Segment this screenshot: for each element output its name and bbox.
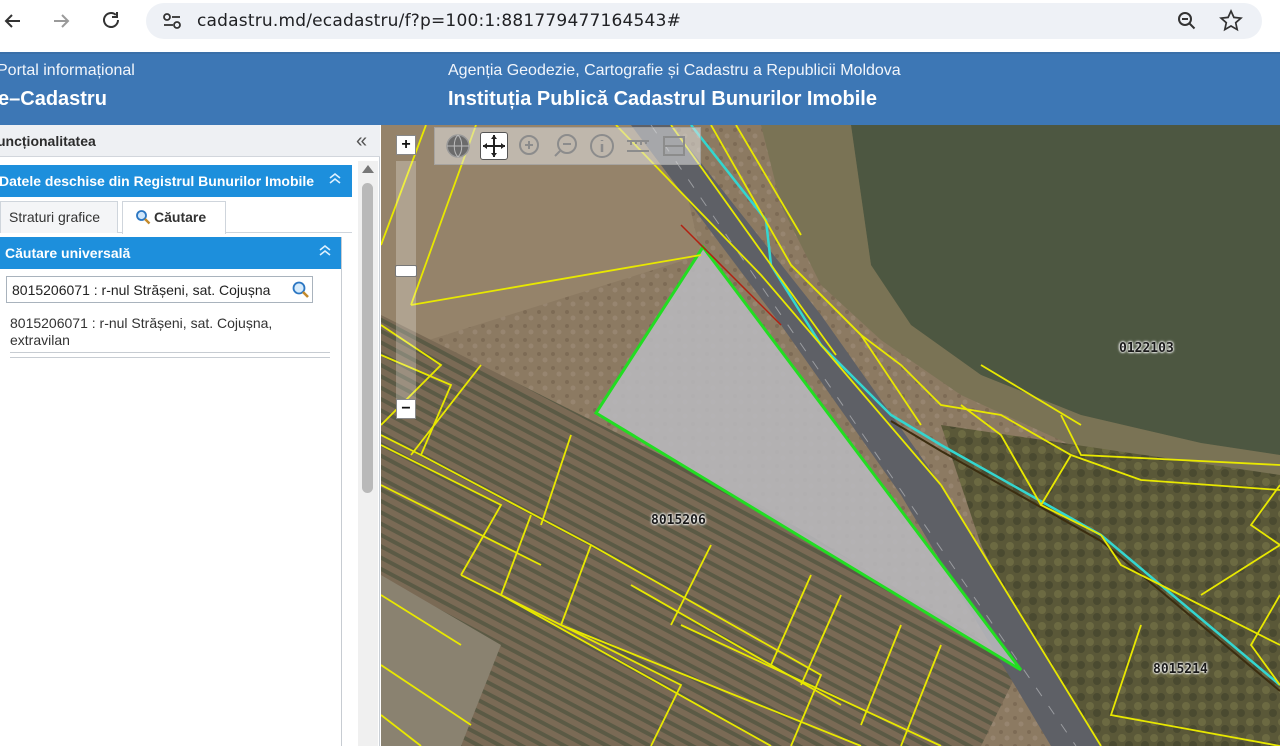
zoom-in-button[interactable]: +: [396, 135, 416, 155]
universal-search-title: Căutare universală: [5, 245, 131, 261]
measure-area-icon[interactable]: [660, 132, 688, 160]
measure-line-icon[interactable]: [624, 132, 652, 160]
tab-label: Straturi grafice: [9, 209, 101, 225]
star-icon[interactable]: [1218, 8, 1244, 34]
parcel-label: 8015214: [1153, 662, 1208, 677]
universal-search-header[interactable]: Căutare universală: [0, 237, 342, 269]
functionality-title: uncționalitatea: [0, 133, 96, 149]
collapse-panel-icon[interactable]: «: [356, 130, 367, 153]
panel-tabs: Straturi grafice Căutare: [0, 199, 352, 234]
chevron-up-icon[interactable]: [328, 171, 342, 188]
globe-icon[interactable]: [444, 132, 472, 160]
address-bar[interactable]: cadastru.md/ecadastru/f?p=100:1:88177947…: [146, 3, 1262, 39]
site-info-icon[interactable]: [160, 9, 184, 33]
zoom-out-icon[interactable]: [552, 132, 580, 160]
search-icon[interactable]: [291, 280, 311, 300]
tab-label: Căutare: [154, 209, 207, 225]
reload-icon[interactable]: [98, 8, 124, 34]
zoom-slider-track[interactable]: [396, 161, 416, 403]
tab-straturi-grafice[interactable]: Straturi grafice: [0, 201, 118, 233]
divider: [10, 357, 330, 358]
result-line-1: 8015206071 : r-nul Strășeni, sat. Cojușn…: [10, 315, 273, 331]
map-canvas[interactable]: [381, 125, 1280, 746]
divider: [341, 237, 342, 746]
parcel-label: 8015206: [651, 513, 706, 528]
site-header: Portal informațional e–Cadastru Agenția …: [0, 52, 1280, 125]
search-result-item[interactable]: 8015206071 : r-nul Strășeni, sat. Cojușn…: [10, 315, 330, 353]
zoom-out-icon[interactable]: [1174, 8, 1200, 34]
info-icon[interactable]: [588, 132, 616, 160]
scroll-up-icon[interactable]: [362, 165, 374, 173]
map-toolbar: [434, 127, 701, 165]
zoom-out-button[interactable]: −: [396, 399, 416, 419]
agency-name: Agenția Geodezie, Cartografie și Cadastr…: [448, 62, 901, 79]
zoom-slider-handle[interactable]: [395, 265, 417, 277]
functionality-bar: uncționalitatea «: [0, 125, 380, 157]
magnifier-icon: [135, 209, 151, 228]
back-arrow-icon[interactable]: [0, 8, 26, 34]
datasets-title: Datele deschise din Registrul Bunurilor …: [0, 173, 315, 189]
result-line-2: extravilan: [10, 332, 70, 348]
map-view[interactable]: 8015206 0122103 8015214 + −: [381, 125, 1280, 746]
portal-title: e–Cadastru: [0, 88, 107, 110]
datasets-header[interactable]: Datele deschise din Registrul Bunurilor …: [0, 165, 352, 197]
zoom-in-icon[interactable]: [516, 132, 544, 160]
browser-toolbar: cadastru.md/ecadastru/f?p=100:1:88177947…: [0, 0, 1280, 52]
functionality-panel: uncționalitatea « Datele deschise din Re…: [0, 125, 380, 746]
chevron-up-icon[interactable]: [318, 243, 332, 260]
institution-name: Instituția Publică Cadastrul Bunurilor I…: [448, 88, 877, 110]
forward-arrow-icon[interactable]: [48, 8, 74, 34]
search-input[interactable]: [6, 276, 313, 303]
pan-icon[interactable]: [480, 132, 508, 160]
parcel-label: 0122103: [1119, 341, 1174, 356]
tab-cautare[interactable]: Căutare: [122, 201, 226, 234]
panel-scrollbar[interactable]: [358, 161, 378, 746]
portal-subtitle: Portal informațional: [0, 62, 135, 79]
scrollbar-thumb[interactable]: [362, 183, 373, 493]
url-text[interactable]: cadastru.md/ecadastru/f?p=100:1:88177947…: [197, 11, 681, 31]
